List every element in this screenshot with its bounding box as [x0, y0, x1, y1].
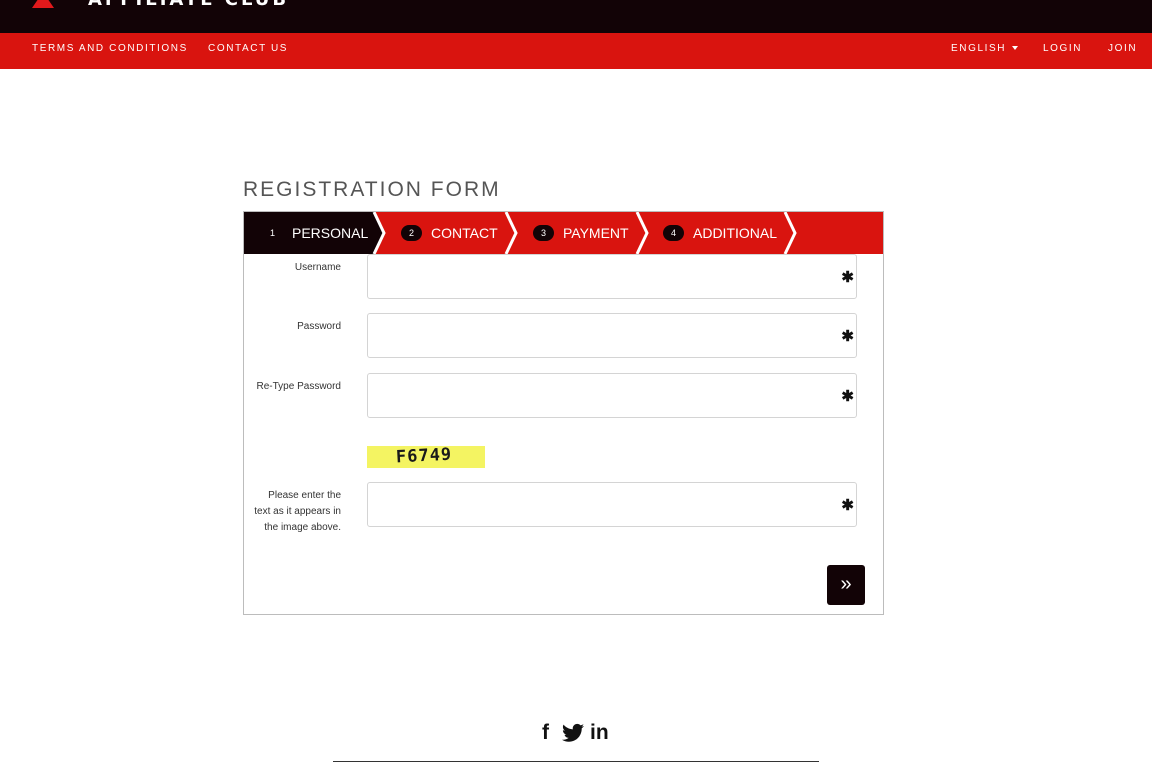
caret-down-icon	[1012, 46, 1019, 51]
step-divider-2	[504, 212, 518, 254]
linkedin-icon[interactable]: in	[590, 721, 609, 745]
captcha-image: F6749	[367, 446, 485, 468]
captcha-field-wrapper: ✱	[367, 482, 857, 527]
nav-terms-and-conditions[interactable]: TERMS AND CONDITIONS	[32, 33, 188, 69]
step-contact[interactable]: 2 CONTACT	[401, 212, 498, 254]
captcha-text: F6749	[395, 446, 453, 468]
double-chevron-right-icon: »	[840, 573, 852, 595]
username-input[interactable]	[368, 255, 856, 298]
username-label: Username	[294, 262, 341, 273]
facebook-icon[interactable]: f	[542, 721, 549, 745]
registration-form: 1 PERSONAL 2 CONTACT 3 PAYMENT 4 ADDITIO…	[243, 211, 884, 615]
step-divider-4	[783, 212, 797, 254]
wizard-steps: 1 PERSONAL 2 CONTACT 3 PAYMENT 4 ADDITIO…	[244, 212, 883, 254]
footer-divider	[333, 761, 819, 762]
step-number: 2	[401, 225, 422, 241]
retype-password-label: Re-Type Password	[256, 381, 341, 392]
step-number: 1	[269, 228, 275, 238]
step-number: 3	[533, 225, 554, 241]
password-label: Password	[297, 321, 341, 332]
step-label: PERSONAL	[292, 225, 369, 241]
step-label: CONTACT	[431, 225, 498, 241]
page-title: REGISTRATION FORM	[243, 178, 501, 201]
password-field-wrapper: ✱	[367, 313, 857, 358]
step-divider-3	[635, 212, 649, 254]
nav-join[interactable]: JOIN	[1108, 33, 1137, 69]
password-input[interactable]	[368, 314, 856, 357]
logo-icon[interactable]	[32, 0, 54, 8]
step-personal[interactable]: 1 PERSONAL	[262, 212, 368, 254]
nav-login[interactable]: LOGIN	[1043, 33, 1082, 69]
step-label: PAYMENT	[563, 225, 629, 241]
step-number: 4	[663, 225, 684, 241]
retype-password-input[interactable]	[368, 374, 856, 417]
captcha-label: Please enter the text as it appears in t…	[254, 490, 341, 533]
nav-contact-us[interactable]: CONTACT US	[208, 33, 288, 69]
captcha-input[interactable]	[368, 483, 856, 526]
twitter-icon[interactable]	[562, 721, 584, 745]
retype-password-field-wrapper: ✱	[367, 373, 857, 418]
step-additional[interactable]: 4 ADDITIONAL	[663, 212, 777, 254]
next-step-button[interactable]: »	[827, 565, 865, 605]
language-dropdown[interactable]: ENGLISH	[951, 33, 1019, 69]
top-header: AFFILIATE CLUB	[0, 0, 1152, 33]
logo-text[interactable]: AFFILIATE CLUB	[88, 0, 289, 10]
username-field-wrapper: ✱	[367, 254, 857, 299]
main-nav: TERMS AND CONDITIONS CONTACT US ENGLISH …	[0, 33, 1152, 69]
step-payment[interactable]: 3 PAYMENT	[533, 212, 629, 254]
step-label: ADDITIONAL	[693, 225, 778, 241]
language-label: ENGLISH	[951, 43, 1007, 54]
